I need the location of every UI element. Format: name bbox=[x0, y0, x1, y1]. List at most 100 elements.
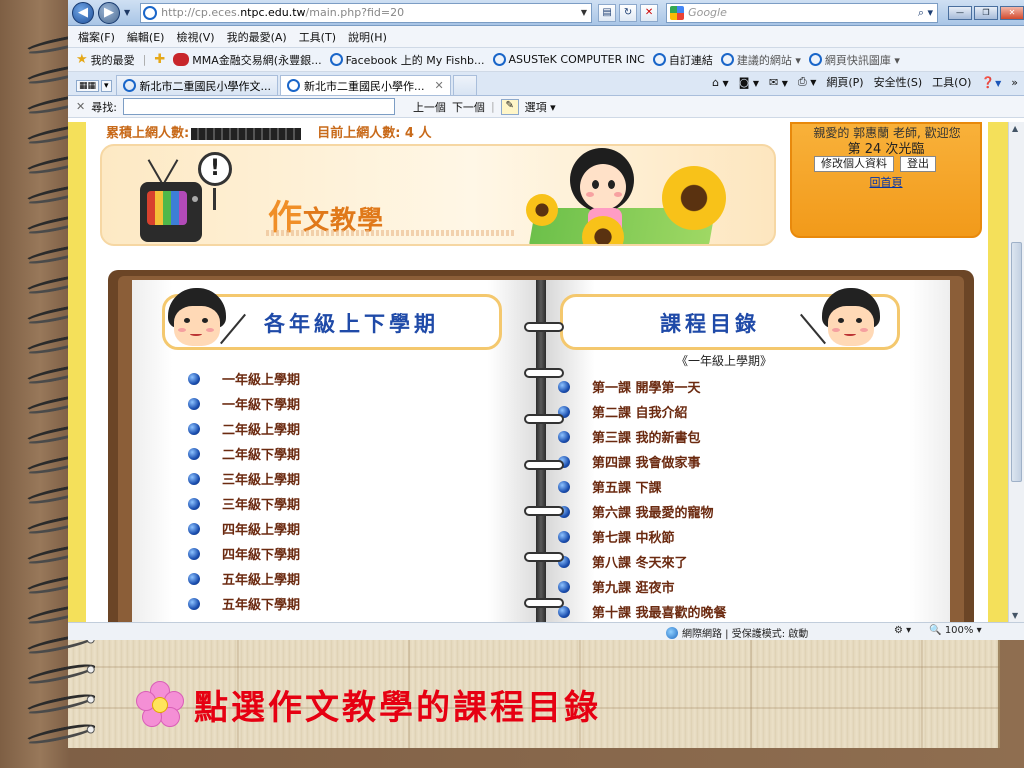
lesson-link[interactable]: 第四課 我會做家事 bbox=[558, 449, 727, 474]
address-dropdown-icon[interactable]: ▼ bbox=[581, 8, 587, 17]
fav-link-asus[interactable]: ASUSTeK COMPUTER INC bbox=[492, 53, 645, 66]
tab-1[interactable]: 新北市二重國民小學作文... bbox=[115, 75, 279, 95]
highlight-icon[interactable]: ✎ bbox=[500, 98, 519, 115]
fav-label: ASUSTeK COMPUTER INC bbox=[508, 53, 645, 66]
lesson-link-label: 第六課 我最愛的寵物 bbox=[592, 506, 714, 521]
favorites-label: 我的最愛 bbox=[90, 53, 135, 67]
ie-icon bbox=[329, 53, 343, 66]
edit-profile-button[interactable]: 修改個人資料 bbox=[814, 156, 894, 172]
menu-view[interactable]: 檢視(V) bbox=[176, 29, 214, 45]
cmd-page[interactable]: 網頁(P) bbox=[826, 74, 863, 90]
tab-close-icon[interactable]: ✕ bbox=[435, 79, 444, 92]
right-page: 課程目錄 《一年級上學期》 第一課 開學第一天 第二課 自我介紹 第三課 我的新書包… bbox=[546, 280, 950, 622]
find-prev-button[interactable]: 上一個 bbox=[413, 99, 446, 115]
quick-tabs[interactable]: ▦▦ ▾ bbox=[76, 80, 112, 92]
add-favorite-icon[interactable]: ✚ bbox=[154, 52, 165, 67]
bullet-icon bbox=[188, 572, 200, 585]
semester-link[interactable]: 五年級上學期 bbox=[188, 566, 300, 591]
scroll-down-icon[interactable]: ▼ bbox=[1012, 611, 1018, 620]
lesson-link[interactable]: 第二課 自我介紹 bbox=[558, 399, 727, 424]
fav-link-mma[interactable]: MMA金融交易網(永豐銀... bbox=[173, 52, 322, 68]
chevron-more-icon[interactable]: » bbox=[1011, 76, 1018, 89]
menu-help[interactable]: 說明(H) bbox=[348, 29, 387, 45]
compat-view-icon[interactable]: ▤ bbox=[598, 3, 617, 22]
mail-icon[interactable]: ✉ ▼ bbox=[769, 76, 788, 89]
menu-file[interactable]: 檔案(F) bbox=[78, 29, 115, 45]
lesson-link[interactable]: 第五課 下課 bbox=[558, 474, 727, 499]
vertical-scrollbar[interactable]: ▲ ▼ bbox=[1008, 122, 1024, 622]
security-zone[interactable]: 網際網路 | 受保護模式: 啟動 bbox=[666, 625, 808, 640]
help-icon[interactable]: ❓▼ bbox=[981, 76, 1001, 89]
search-icon[interactable]: ⌕ ▾ bbox=[918, 6, 933, 20]
fav-link-suggested[interactable]: 建議的網站 ▾ bbox=[720, 52, 801, 68]
semester-link[interactable]: 三年級上學期 bbox=[188, 466, 300, 491]
quick-tabs-icon[interactable]: ▦▦ bbox=[76, 80, 100, 92]
home-icon[interactable]: ⌂ ▼ bbox=[712, 76, 729, 89]
semester-link[interactable]: 二年級上學期 bbox=[188, 416, 300, 441]
fav-link-custom[interactable]: 自訂連結 bbox=[652, 52, 713, 68]
history-dropdown-icon[interactable]: ▼ bbox=[124, 8, 130, 17]
home-link[interactable]: 回首頁 bbox=[792, 174, 980, 190]
restore-button[interactable]: ❐ bbox=[974, 5, 998, 20]
lesson-link[interactable]: 第七課 中秋節 bbox=[558, 524, 727, 549]
menu-tools[interactable]: 工具(T) bbox=[299, 29, 336, 45]
protected-mode-icon[interactable]: ⚙ ▾ bbox=[894, 625, 911, 636]
find-input[interactable] bbox=[122, 98, 395, 115]
bullet-icon bbox=[558, 530, 570, 543]
back-button[interactable]: ◀ bbox=[72, 1, 94, 24]
online-count: 目前上網人數: 4 人 bbox=[317, 126, 432, 141]
tab-2-active[interactable]: 新北市二重國民小學作... ✕ bbox=[280, 75, 451, 95]
scroll-up-icon[interactable]: ▲ bbox=[1012, 124, 1018, 133]
tab-list-icon[interactable]: ▾ bbox=[101, 80, 112, 92]
lesson-link[interactable]: 第一課 開學第一天 bbox=[558, 374, 727, 399]
bullet-icon bbox=[188, 497, 200, 510]
lesson-link[interactable]: 第十課 我最喜歡的晚餐 bbox=[558, 599, 727, 622]
lesson-link[interactable]: 第八課 冬天來了 bbox=[558, 549, 727, 574]
favorites-button[interactable]: ★ 我的最愛 bbox=[76, 52, 135, 68]
zoom-control[interactable]: 🔍 100% ▾ bbox=[929, 625, 981, 636]
semester-link[interactable]: 五年級下學期 bbox=[188, 591, 300, 616]
find-options-button[interactable]: 選項 ▾ bbox=[525, 99, 556, 115]
lesson-link[interactable]: 第三課 我的新書包 bbox=[558, 424, 727, 449]
bullet-icon bbox=[188, 397, 200, 410]
open-book: 各年級上下學期 一年級上學期 一年級下學期 二年級上學期 二年級下學期 三年級上學期 三年… bbox=[108, 270, 974, 622]
feeds-icon[interactable]: ◙ ▼ bbox=[739, 76, 759, 89]
current-semester-label: 《一年級上學期》 bbox=[676, 354, 773, 368]
fav-link-facebook[interactable]: Facebook 上的 My Fishb... bbox=[329, 52, 485, 68]
semester-link[interactable]: 四年級上學期 bbox=[188, 516, 300, 541]
fav-label: 自訂連結 bbox=[668, 53, 713, 67]
lesson-link-label: 第七課 中秋節 bbox=[592, 531, 675, 546]
right-header-title: 課程目錄 bbox=[660, 311, 760, 336]
tab-label: 新北市二重國民小學作... bbox=[304, 79, 425, 93]
find-close-icon[interactable]: ✕ bbox=[76, 100, 85, 113]
semester-link[interactable]: 三年級下學期 bbox=[188, 491, 300, 516]
cmd-safety[interactable]: 安全性(S) bbox=[874, 74, 923, 90]
search-input[interactable]: Google ⌕ ▾ bbox=[666, 2, 938, 23]
print-icon[interactable]: ⎙ ▼ bbox=[798, 75, 816, 89]
menu-favorites[interactable]: 我的最愛(A) bbox=[227, 29, 287, 45]
forward-button[interactable]: ▶ bbox=[98, 1, 120, 24]
logout-button[interactable]: 登出 bbox=[900, 156, 936, 172]
semester-link[interactable]: 一年級下學期 bbox=[188, 391, 300, 416]
lesson-link[interactable]: 第九課 逛夜市 bbox=[558, 574, 727, 599]
semester-link[interactable]: 一年級上學期 bbox=[188, 366, 300, 391]
stop-icon[interactable]: ✕ bbox=[640, 3, 659, 22]
bullet-icon bbox=[188, 447, 200, 460]
semester-link[interactable]: 二年級下學期 bbox=[188, 441, 300, 466]
globe-icon bbox=[666, 626, 678, 639]
command-bar: ⌂ ▼ ◙ ▼ ✉ ▼ ⎙ ▼ 網頁(P) 安全性(S) 工具(O) ❓▼ » bbox=[712, 74, 1018, 90]
scrollbar-thumb[interactable] bbox=[1011, 242, 1022, 482]
new-tab-button[interactable] bbox=[452, 75, 477, 95]
address-bar[interactable]: http://cp.eces. ntpc.edu.tw/main.php?fid=… bbox=[140, 2, 593, 23]
find-next-button[interactable]: 下一個 bbox=[452, 99, 485, 115]
window-close-button[interactable]: ✕ bbox=[1000, 5, 1024, 20]
semester-link-label: 一年級上學期 bbox=[222, 373, 301, 388]
fav-link-webslice[interactable]: 網頁快訊圖庫 ▾ bbox=[808, 52, 900, 68]
semester-link[interactable]: 四年級下學期 bbox=[188, 541, 300, 566]
counter-redacted bbox=[191, 127, 302, 140]
minimize-button[interactable]: — bbox=[948, 5, 972, 20]
cmd-tools[interactable]: 工具(O) bbox=[932, 74, 971, 90]
lesson-link[interactable]: 第六課 我最愛的寵物 bbox=[558, 499, 727, 524]
refresh-icon[interactable]: ↻ bbox=[619, 3, 638, 22]
menu-edit[interactable]: 編輯(E) bbox=[127, 29, 165, 45]
